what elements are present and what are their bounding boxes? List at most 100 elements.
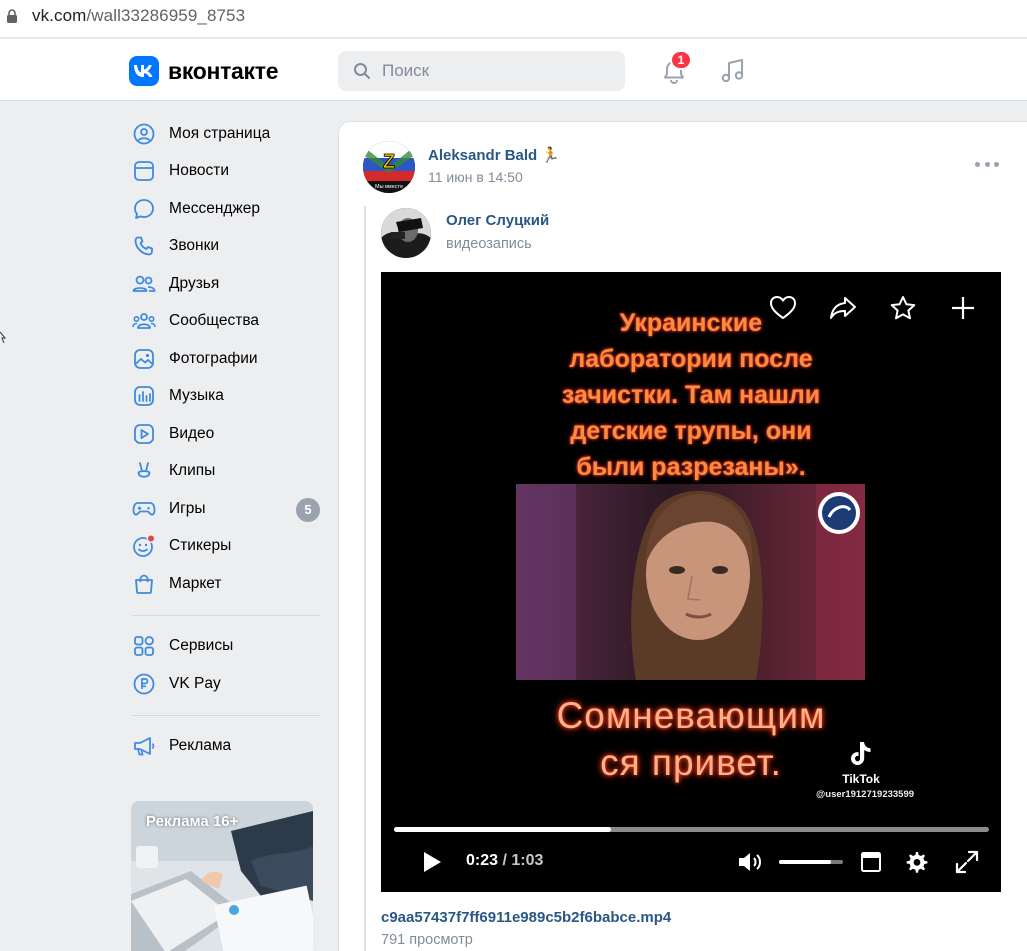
add-video-icon[interactable] [949,295,977,321]
tiktok-logo-icon [851,742,871,765]
sidebar-item-video[interactable]: Видео [122,415,330,453]
lock-icon [7,9,17,23]
sidebar-item-vk-pay[interactable]: VK Pay [122,665,330,703]
video-frame-image [516,484,865,680]
video-controls: 0:23 / 1:03 [381,844,1001,884]
video-player[interactable]: Украинские лаборатории после зачистки. Т… [381,272,1001,892]
mini-player-icon[interactable] [860,851,882,873]
sidebar-item-label: Звонки [169,237,220,255]
stickers-icon [132,534,156,558]
sidebar-item-label: Видео [169,424,215,442]
browser-address-bar: vk.com/wall33286959_8753 [0,0,1027,38]
games-count-badge: 5 [296,498,320,522]
post-author-name[interactable]: Aleksandr Bald 🏃 [428,146,560,164]
url-host: vk.com [32,6,87,25]
sidebar-divider [132,614,320,616]
sidebar-item-label: Клипы [169,462,216,480]
url-path: /wall33286959_8753 [86,6,246,25]
favorite-star-icon[interactable] [889,295,917,321]
video-time: 0:23 / 1:03 [466,852,543,870]
video-progress-bar[interactable] [394,827,989,832]
caption-line: были разрезаны». [576,453,806,481]
like-video-icon[interactable] [769,295,797,321]
caption-line: Сомневающим [556,695,826,736]
author-avatar[interactable]: Z Мы вместе [363,141,415,193]
svg-text:Мы вместе: Мы вместе [375,184,403,190]
fullscreen-icon[interactable] [955,850,979,874]
sidebar-divider [132,714,320,716]
sidebar-item-label: Музыка [169,387,224,405]
settings-gear-icon[interactable] [903,849,929,875]
music-icon [132,384,156,408]
video-caption-bottom: Сомневающим ся привет. [381,692,1001,786]
video-current-time: 0:23 [466,852,499,869]
caption-line: лаборатории после [569,345,813,373]
share-video-icon[interactable] [829,295,857,321]
sidebar-item-label: Реклама [169,737,232,755]
repost-subtitle: видеозапись [446,236,532,252]
sidebar-item-label: Мессенджер [169,199,261,217]
tiktok-name: TikTok [842,772,880,786]
sidebar-item-my-page[interactable]: Моя страница [122,115,330,153]
video-file-name[interactable]: c9aa57437f7ff6911e989c5b2f6babce.mp4 [381,909,671,926]
caption-line: ся привет. [600,742,782,783]
phone-icon [132,234,156,258]
ad-banner[interactable]: Реклама 16+ [131,801,313,951]
vkpay-icon [132,672,156,696]
search-box[interactable] [338,51,625,91]
sidebar-item-label: Игры [169,499,206,517]
sidebar-item-friends[interactable]: Друзья [122,265,330,303]
video-icon [132,422,156,446]
sidebar-item-stickers[interactable]: Стикеры [122,528,330,566]
sidebar-item-ads[interactable]: Реклама [122,728,330,766]
sidebar-item-clips[interactable]: Клипы [122,453,330,491]
wall-post: Z Мы вместе Aleksandr Bald 🏃 11 июн в 14… [338,121,1027,951]
communities-icon [132,309,156,333]
sidebar-item-market[interactable]: Маркет [122,565,330,603]
sidebar-item-label: Сообщества [169,312,260,330]
search-input[interactable] [382,59,612,83]
vk-logo-icon [129,56,159,86]
play-icon[interactable] [421,850,443,874]
user-circle-icon [132,122,156,146]
runner-emoji: 🏃 [541,147,561,164]
sidebar-item-music[interactable]: Музыка [122,378,330,416]
tiktok-watermark: TikTok @user1912719233599 [816,739,915,800]
tiktok-username: @user1912719233599 [816,789,915,800]
sidebar-item-label: Фотографии [169,349,258,367]
post-timestamp[interactable]: 11 июн в 14:50 [428,169,523,185]
news-icon [132,159,156,183]
sidebar-item-games[interactable]: Игры 5 [122,490,330,528]
repost-indent-line [364,206,366,951]
sidebar-item-label: Сервисы [169,637,234,655]
sidebar-item-news[interactable]: Новости [122,153,330,191]
sidebar-item-services[interactable]: Сервисы [122,628,330,666]
post-more-button[interactable] [975,162,999,172]
ad-age-label: Реклама 16+ [146,813,239,830]
sidebar-item-label: Друзья [169,274,220,292]
sidebar-item-photos[interactable]: Фотографии [122,340,330,378]
sidebar-item-label: Маркет [169,574,222,592]
url-field[interactable]: vk.com/wall33286959_8753 [32,6,245,26]
vk-logo[interactable]: вконтакте [129,56,279,86]
left-sidebar: Моя страница Новости Мессенджер Звонки Д… [122,115,330,765]
photos-icon [132,347,156,371]
notification-badge: 1 [670,50,692,70]
sidebar-item-communities[interactable]: Сообщества [122,303,330,341]
video-time-separator: / [502,852,507,869]
sidebar-item-calls[interactable]: Звонки [122,228,330,266]
market-icon [132,572,156,596]
logo-text: вконтакте [168,57,279,84]
sidebar-item-messenger[interactable]: Мессенджер [122,190,330,228]
volume-icon[interactable] [736,850,764,874]
mouse-cursor-icon [0,331,6,344]
caption-line: зачистки. Там нашли [561,381,821,409]
repost-author-name[interactable]: Олег Слуцкий [446,212,549,229]
megaphone-icon [132,734,156,758]
caption-line: детские трупы, они [570,417,812,445]
music-player-icon[interactable] [718,56,748,86]
volume-slider[interactable] [779,860,843,864]
repost-author-avatar[interactable] [381,208,431,258]
sidebar-item-label: Стикеры [169,537,232,555]
volume-fill [779,860,832,864]
